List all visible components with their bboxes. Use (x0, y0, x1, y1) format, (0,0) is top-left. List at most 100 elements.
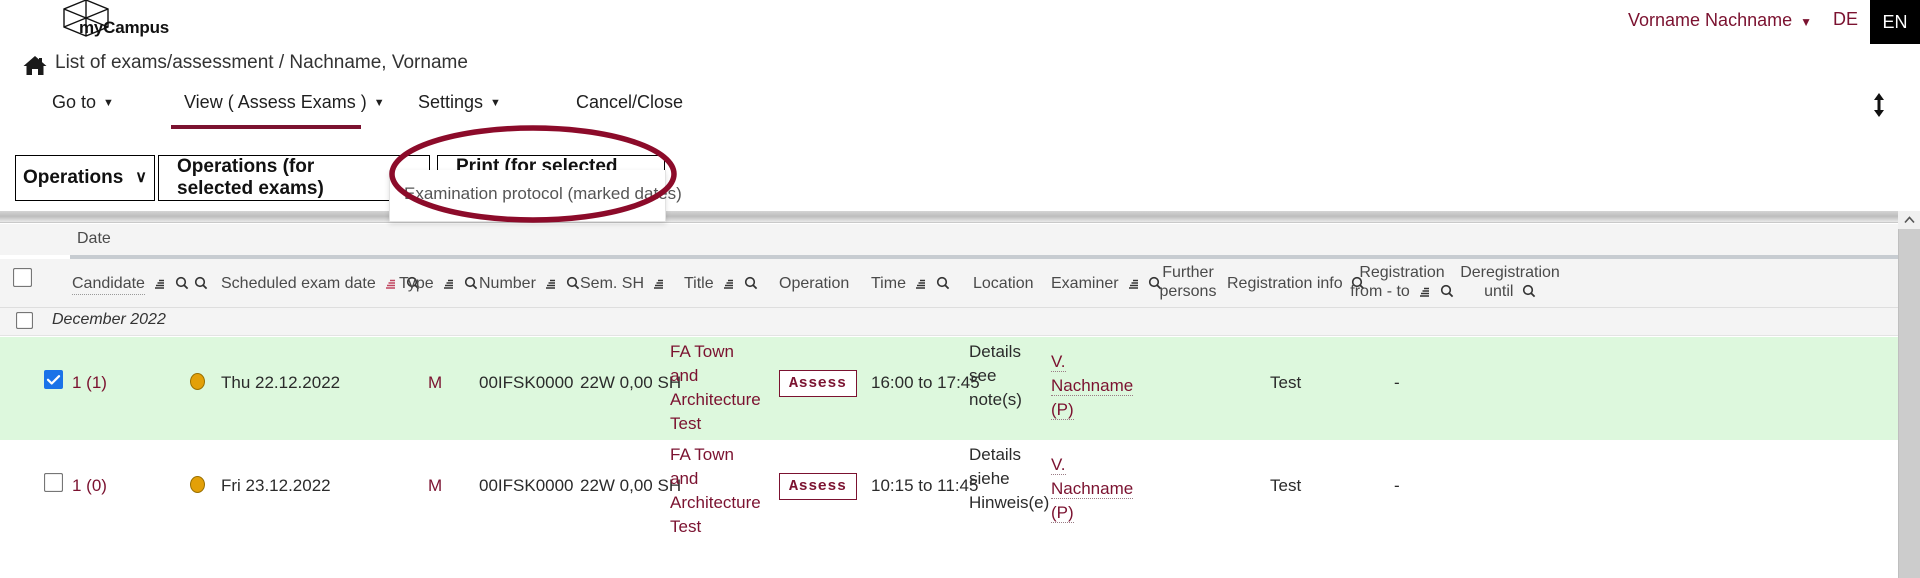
cell-scheduled-exam-date: Thu 22.12.2022 (221, 373, 341, 392)
search-icon[interactable] (464, 276, 478, 290)
chevron-down-icon: ∨ (135, 169, 148, 186)
column-header-time-label: Time (871, 275, 906, 292)
column-header-scheduled-exam-date[interactable]: Scheduled exam date (221, 274, 420, 293)
sort-updown-icon[interactable] (1870, 92, 1888, 118)
vertical-scrollbar[interactable] (1898, 211, 1920, 578)
breadcrumb-text: List of exams/assessment / Nachname, Vor… (55, 52, 468, 73)
language-en-button[interactable]: EN (1870, 0, 1920, 44)
operations-button-label: Operations (22, 167, 124, 188)
cell-number: 00IFSK0000 (479, 373, 574, 392)
operations-button[interactable]: Operations ∨ (15, 155, 155, 201)
menu-item-view[interactable]: View ( Assess Exams ) ▼ (184, 92, 385, 119)
menu-item-label: Go to (52, 92, 97, 112)
search-icon[interactable] (566, 276, 580, 290)
search-icon[interactable] (1440, 284, 1454, 298)
sort-icon-active[interactable] (384, 278, 397, 290)
column-header-registration-info[interactable]: Registration info (1227, 274, 1365, 293)
sort-icon[interactable] (544, 278, 557, 290)
column-header-candidate[interactable]: Candidate (72, 274, 189, 295)
status-dot-orange-icon (190, 476, 205, 493)
menu-item-settings[interactable]: Settings ▼ (418, 92, 501, 119)
search-icon[interactable] (744, 276, 758, 290)
assess-button[interactable]: Assess (779, 473, 857, 500)
column-header-further-persons-label: Further persons (1159, 264, 1217, 300)
group-row-december-2022: December 2022 (0, 308, 1898, 336)
assess-button[interactable]: Assess (779, 370, 857, 397)
sort-icon[interactable] (442, 278, 455, 290)
cell-time: 16:00 to 17:45 (871, 373, 980, 392)
row-select-checkbox[interactable] (43, 472, 64, 497)
column-header-time[interactable]: Time (871, 274, 950, 293)
menu-item-examination-protocol[interactable]: Examination protocol (marked dates) (404, 184, 682, 204)
cell-candidate: 1 (0) (72, 476, 107, 495)
chevron-down-icon: ▼ (490, 97, 501, 109)
menu-item-label: View ( Assess Exams ) (184, 92, 367, 112)
scroll-up-button[interactable] (1898, 211, 1920, 229)
status-dot-orange-icon (190, 373, 205, 390)
language-de-button[interactable]: DE (1833, 9, 1858, 30)
cell-registration-from-to: - (1394, 373, 1400, 392)
column-header-title-label: Title (684, 275, 714, 292)
user-menu[interactable]: Vorname Nachname ▼ (1628, 10, 1812, 31)
sort-icon[interactable] (1127, 278, 1140, 290)
column-header-candidate-extra-search[interactable] (190, 274, 208, 293)
column-header-number-label: Number (479, 275, 536, 292)
column-header-registration-from-to-label: Registration from - to (1350, 264, 1445, 300)
cell-examiner[interactable]: V. Nachname (P) (1051, 453, 1147, 525)
search-icon[interactable] (936, 276, 950, 290)
menu-item-cancel-close[interactable]: Cancel/Close (576, 92, 683, 119)
column-header-examiner[interactable]: Examiner (1051, 274, 1162, 293)
select-all-checkbox[interactable] (12, 267, 33, 292)
column-header-title[interactable]: Title (684, 274, 758, 293)
chevron-down-icon: ▼ (1800, 15, 1812, 29)
search-icon[interactable] (175, 276, 189, 290)
cell-type: M (428, 373, 443, 392)
cell-title[interactable]: FA Town and Architecture Test (670, 340, 761, 436)
menu-item-label: Settings (418, 92, 484, 112)
date-filter-band: Date (0, 224, 1898, 255)
column-header-registration-info-label: Registration info (1227, 275, 1343, 292)
sort-icon[interactable] (153, 278, 166, 290)
chevron-down-icon: ▼ (373, 97, 385, 109)
column-header-registration-from-to[interactable]: Registration from - to (1350, 263, 1454, 301)
sort-icon[interactable] (1418, 286, 1431, 298)
column-header-operation-label: Operation (779, 275, 850, 292)
app-logo[interactable]: myCampus (55, 0, 175, 44)
column-header-deregistration-until-label: Deregistration until (1460, 264, 1560, 300)
horizontal-scrollbar[interactable] (0, 211, 1898, 223)
table-row[interactable]: 1 (0) Fri 23.12.2022 M 00IFSK0000 22W 0,… (0, 440, 1898, 543)
search-icon[interactable] (194, 276, 208, 290)
column-header-location-label: Location (973, 275, 1034, 292)
chevron-up-icon (1903, 216, 1915, 224)
breadcrumb: List of exams/assessment / Nachname, Vor… (0, 52, 1920, 82)
app-window: myCampus Vorname Nachname ▼ DE EN List of… (0, 0, 1920, 578)
sort-icon[interactable] (722, 278, 735, 290)
home-icon[interactable] (22, 54, 48, 78)
cell-examiner[interactable]: V. Nachname (P) (1051, 350, 1147, 422)
group-select-checkbox[interactable] (15, 311, 34, 334)
column-header-scheduled-exam-date-label: Scheduled exam date (221, 275, 376, 292)
group-row-label: December 2022 (52, 311, 166, 328)
print-dropdown-menu: Examination protocol (marked dates) (389, 170, 682, 222)
menu-item-go-to[interactable]: Go to ▼ (52, 92, 114, 119)
row-select-checkbox[interactable] (44, 370, 63, 394)
search-icon[interactable] (1522, 284, 1536, 298)
table-header-row: Candidate Scheduled exam date Type Numbe… (0, 259, 1898, 308)
column-header-candidate-label: Candidate (72, 275, 145, 295)
cell-sem-sh: 22W 0,00 SH (580, 373, 682, 392)
date-band-label: Date (77, 230, 111, 247)
column-header-location: Location (973, 274, 1034, 293)
column-header-sem-sh[interactable]: Sem. SH (580, 274, 665, 293)
sort-icon[interactable] (652, 278, 665, 290)
column-header-deregistration-until[interactable]: Deregistration until (1455, 263, 1565, 301)
sort-icon[interactable] (914, 278, 927, 290)
table-row[interactable]: 1 (1) Thu 22.12.2022 M 00IFSK0000 22W 0,… (0, 337, 1898, 440)
column-header-type[interactable]: Type (399, 274, 478, 293)
chevron-down-icon: ▼ (103, 97, 114, 109)
cell-title[interactable]: FA Town and Architecture Test (670, 443, 761, 539)
menu-bar: Go to ▼ View ( Assess Exams ) ▼ Settings ▼ … (0, 92, 1920, 132)
exams-table: Date Candidate Scheduled exam date Type … (0, 211, 1920, 578)
active-menu-underline (171, 125, 361, 129)
column-header-number[interactable]: Number (479, 274, 580, 293)
cell-location: Details siehe Hinweis(e) (969, 445, 1050, 512)
